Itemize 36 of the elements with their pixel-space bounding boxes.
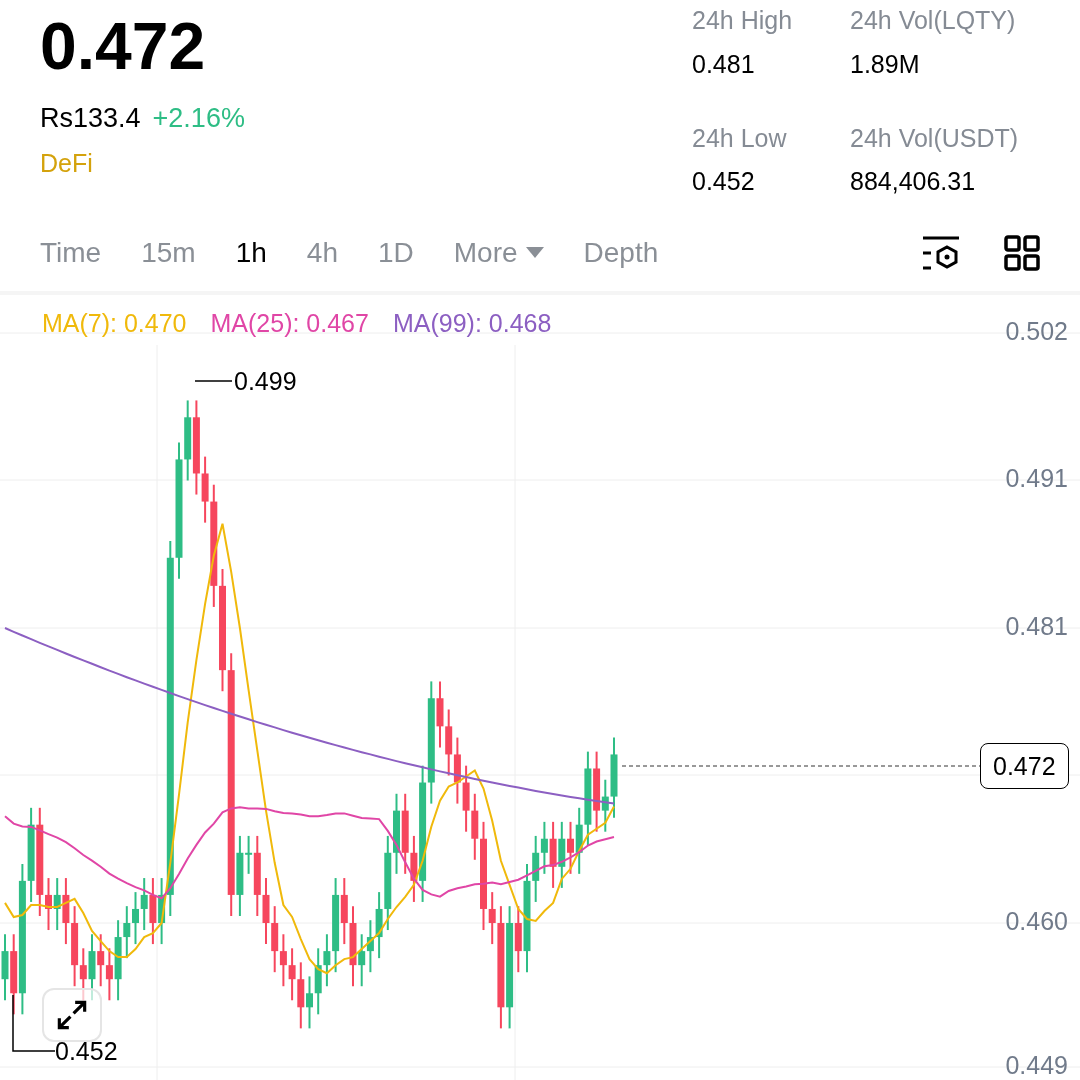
interval-tab[interactable]: 1D: [377, 232, 414, 274]
indicator-settings-icon[interactable]: [922, 235, 960, 271]
stat-value: 1.89M: [850, 48, 921, 80]
stat-label: 24h Vol(LQTY): [850, 5, 1017, 36]
leader-line: [194, 380, 233, 382]
low-price-label: 0.452: [55, 1037, 118, 1065]
price-change: +2.16%: [152, 102, 245, 135]
moving-average-label: MA(25): 0.467: [210, 308, 369, 339]
fiat-price: Rs133.4: [40, 102, 141, 135]
interval-tab[interactable]: 4h: [306, 232, 338, 274]
price-axis-label: 0.481: [1005, 612, 1068, 640]
current-price: 0.472: [40, 8, 207, 85]
moving-average-label: MA(7): 0.470: [42, 308, 187, 339]
stat-value: 884,406.31: [850, 166, 977, 197]
moving-average-label: MA(99): 0.468: [392, 308, 552, 339]
grid-icon[interactable]: [1004, 235, 1040, 271]
stat-label: 24h Low: [692, 122, 788, 154]
price-axis-label: 0.491: [1005, 464, 1068, 492]
interval-tab[interactable]: 15m: [141, 232, 196, 274]
category-tag: DeFi: [40, 144, 245, 182]
interval-tab[interactable]: Time: [40, 232, 102, 274]
price-axis-label: 0.449: [1005, 1051, 1068, 1079]
stat-value: 0.481: [692, 48, 756, 80]
last-price-label: 0.472: [980, 743, 1069, 789]
leader-line: [12, 994, 56, 1052]
stat-label: 24h Vol(USDT): [850, 122, 1020, 154]
price-axis-label: 0.502: [1005, 317, 1068, 345]
stat-label: 24h High: [692, 5, 794, 36]
caret-icon: [525, 247, 544, 259]
expand-button[interactable]: [42, 988, 102, 1042]
stat-value: 0.452: [692, 166, 756, 197]
interval-tab[interactable]: 1h: [235, 232, 267, 274]
price-axis-label: 0.460: [1005, 907, 1068, 935]
high-price-label: 0.499: [234, 367, 297, 395]
interval-tab[interactable]: Depth: [583, 232, 659, 274]
more-dropdown[interactable]: More: [453, 232, 544, 274]
